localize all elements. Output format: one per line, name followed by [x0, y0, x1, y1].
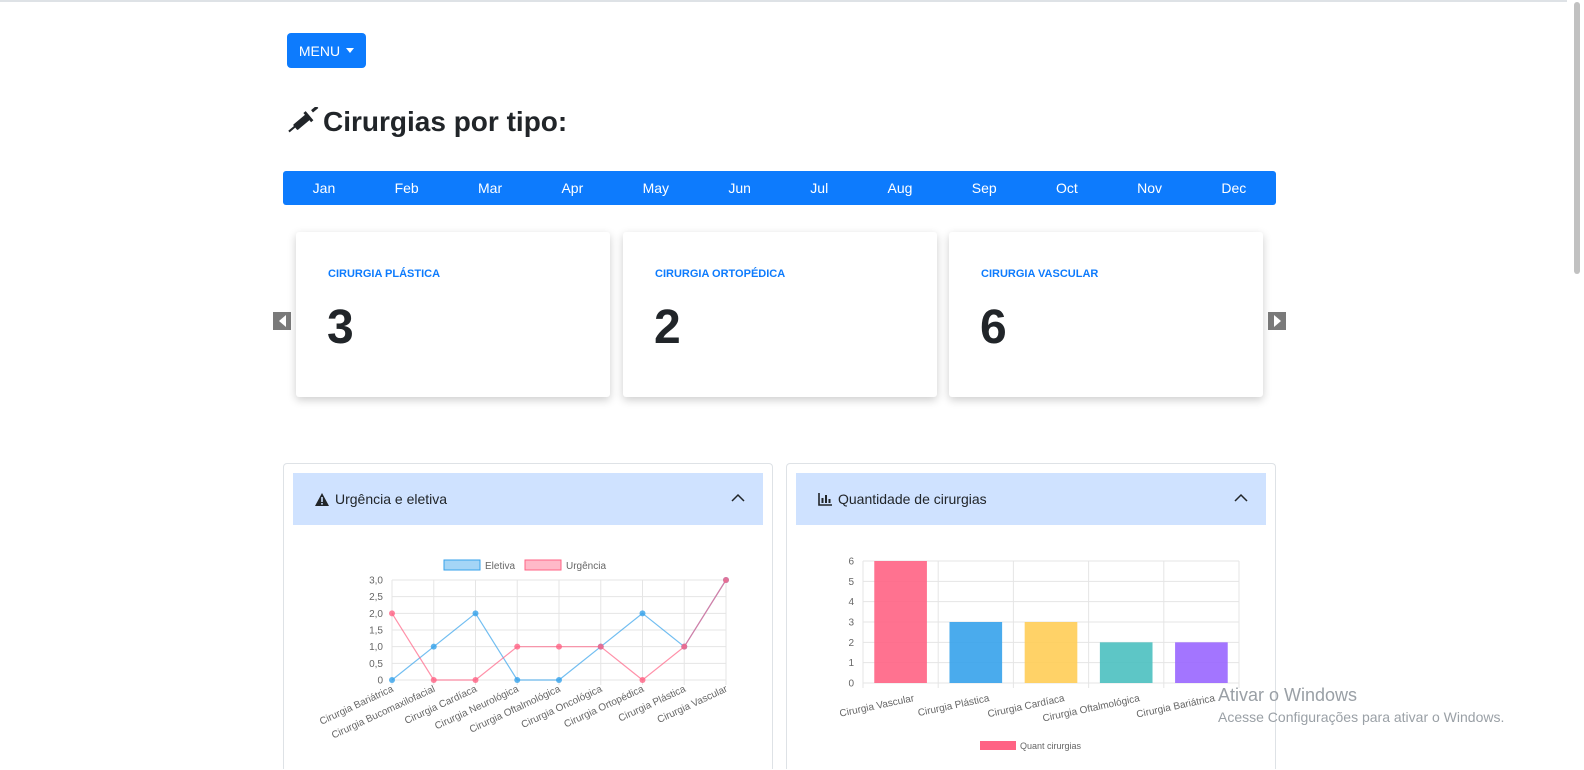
- bar: [1099, 642, 1153, 683]
- y-tick-label: 3,0: [369, 576, 383, 587]
- bar: [1175, 642, 1228, 683]
- y-tick-label: 2: [848, 638, 854, 649]
- month-jan[interactable]: Jan: [313, 180, 336, 196]
- data-point: [597, 643, 604, 650]
- month-nov[interactable]: Nov: [1137, 180, 1162, 196]
- stat-card-label: CIRURGIA VASCULAR: [981, 268, 1099, 280]
- month-apr[interactable]: Apr: [561, 180, 583, 196]
- month-nav: Jan Feb Mar Apr May Jun Jul Aug Sep Oct …: [283, 171, 1276, 205]
- month-sep[interactable]: Sep: [972, 180, 997, 196]
- warning-triangle-icon: [315, 492, 329, 506]
- legend-swatch-1: [524, 559, 562, 571]
- data-point: [389, 677, 395, 683]
- x-tick-label: Cirurgia Bariátrica: [1135, 693, 1216, 720]
- data-point: [639, 610, 646, 617]
- y-tick-label: 4: [848, 597, 854, 608]
- windows-activation-watermark: Ativar o Windows Acesse Configurações pa…: [1218, 685, 1504, 725]
- month-mar[interactable]: Mar: [478, 180, 502, 196]
- y-tick-label: 5: [848, 577, 854, 588]
- y-tick-label: 0: [848, 679, 854, 690]
- panel-header-urgencia[interactable]: Urgência e eletiva: [293, 473, 763, 525]
- scroll-thumb[interactable]: [1574, 2, 1580, 274]
- stat-card-label: CIRURGIA ORTOPÉDICA: [655, 268, 786, 280]
- x-tick-label: Cirurgia Plástica: [917, 693, 991, 719]
- y-tick-label: 2,5: [369, 592, 383, 603]
- top-border: [0, 0, 1584, 2]
- data-point: [430, 643, 437, 650]
- caret-down-icon: [346, 48, 355, 53]
- data-point: [723, 577, 729, 583]
- month-may[interactable]: May: [643, 180, 669, 196]
- page-title: Cirurgias por tipo:: [287, 104, 567, 140]
- bar-chart-icon: [818, 492, 832, 506]
- watermark-title: Ativar o Windows: [1218, 685, 1358, 705]
- chevron-right-icon: [1273, 315, 1281, 327]
- legend-swatch-0: [443, 559, 481, 571]
- chevron-up-icon[interactable]: [731, 491, 745, 505]
- month-oct[interactable]: Oct: [1056, 180, 1078, 196]
- data-point: [514, 643, 521, 650]
- bar: [874, 561, 927, 683]
- x-tick-label: Cirurgia Vascular: [656, 683, 730, 725]
- data-point: [472, 610, 479, 617]
- y-tick-label: 1: [848, 658, 854, 669]
- data-point: [514, 677, 521, 683]
- legend-label-1: Urgência: [566, 561, 606, 572]
- data-point: [472, 677, 479, 683]
- data-point: [639, 677, 646, 683]
- legend-label: Quant cirurgias: [1020, 741, 1082, 751]
- page-scrollbar[interactable]: [1567, 0, 1584, 769]
- legend-label-0: Eletiva: [485, 561, 515, 572]
- stat-card-value: 3: [327, 301, 354, 354]
- stat-card-value: 2: [654, 301, 681, 354]
- data-point: [556, 643, 562, 650]
- data-point: [556, 677, 562, 683]
- panel-urgencia-eletiva: Urgência e eletiva Eletiva Urgência 0 0,5 1,…: [283, 463, 773, 769]
- stat-card-label: CIRURGIA PLÁSTICA: [328, 268, 441, 280]
- carousel-prev-button[interactable]: [273, 312, 291, 330]
- menu-button[interactable]: MENU: [287, 33, 366, 68]
- bar: [949, 622, 1003, 683]
- y-tick-label: 3: [848, 618, 854, 629]
- stat-card-ortopedica: CIRURGIA ORTOPÉDICA 2: [623, 232, 937, 397]
- panel-quantidade-cirurgias: Quantidade de cirurgias 0 1 2 3 4 5 6 Cirurgia …: [786, 463, 1276, 769]
- y-tick-label: 2,0: [369, 609, 383, 620]
- y-tick-label: 6: [848, 557, 854, 568]
- chevron-up-icon[interactable]: [1234, 491, 1248, 505]
- chevron-left-icon: [278, 315, 286, 327]
- y-tick-label: 0,5: [369, 659, 383, 670]
- y-tick-label: 1,5: [369, 626, 383, 637]
- month-jun[interactable]: Jun: [728, 180, 751, 196]
- data-point: [681, 643, 688, 650]
- carousel-next-button[interactable]: [1268, 312, 1286, 330]
- panel-header-quantidade[interactable]: Quantidade de cirurgias: [796, 473, 1266, 525]
- menu-label: MENU: [298, 42, 341, 59]
- stat-card-value: 6: [980, 301, 1007, 354]
- stat-card-plastica: CIRURGIA PLÁSTICA 3: [296, 232, 610, 397]
- legend-swatch: [980, 741, 1016, 750]
- bar: [1024, 622, 1078, 683]
- panel-title: Urgência e eletiva: [335, 491, 448, 507]
- line-chart: Eletiva Urgência 0 0,5 1,0 1,5 2,0 2,5 3,0 Cirurg…: [318, 559, 730, 741]
- month-jul[interactable]: Jul: [810, 180, 828, 196]
- data-point: [389, 610, 395, 617]
- x-tick-label: Cirurgia Vascular: [839, 693, 916, 720]
- month-aug[interactable]: Aug: [888, 180, 913, 196]
- y-tick-label: 1,0: [369, 642, 383, 653]
- page-title-text: Cirurgias por tipo:: [323, 106, 568, 137]
- month-dec[interactable]: Dec: [1221, 180, 1246, 196]
- stat-card-vascular: CIRURGIA VASCULAR 6: [949, 232, 1263, 397]
- syringe-icon: [288, 107, 319, 133]
- bar-chart: 0 1 2 3 4 5 6 Cirurgia Vascular Cirurgia Plástic…: [839, 557, 1240, 751]
- panel-title: Quantidade de cirurgias: [838, 491, 987, 507]
- y-tick-label: 0: [377, 676, 383, 687]
- month-feb[interactable]: Feb: [395, 180, 419, 196]
- data-point: [430, 677, 437, 683]
- watermark-subtitle: Acesse Configurações para ativar o Windo…: [1218, 709, 1505, 725]
